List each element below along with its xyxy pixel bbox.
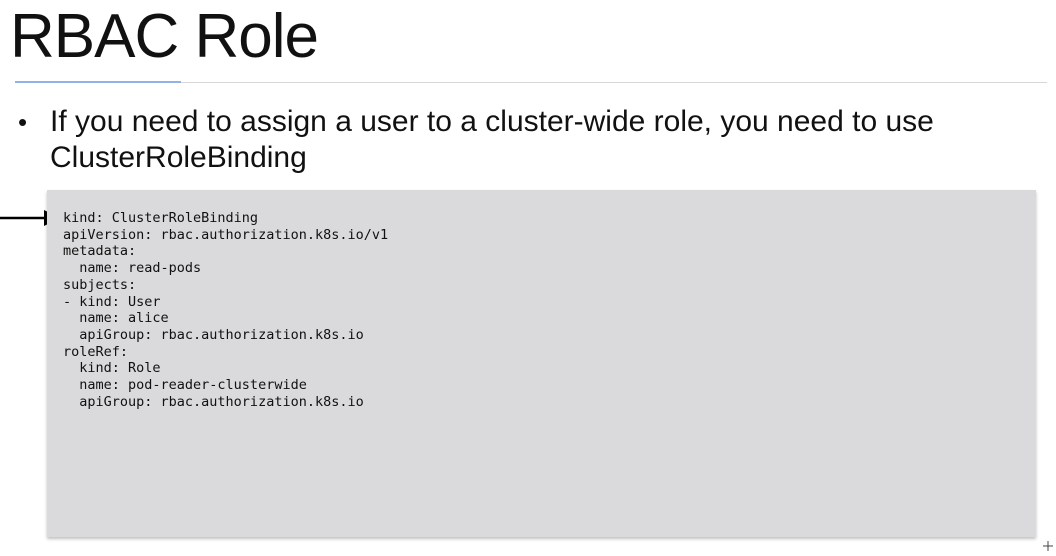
title-divider-accent — [15, 81, 181, 83]
code-line: metadata: — [63, 243, 137, 260]
code-line: apiGroup: rbac.authorization.k8s.io — [63, 393, 364, 410]
code-content: kind: ClusterRoleBinding apiVersion: rba… — [63, 210, 388, 410]
code-line: kind: Role — [63, 360, 161, 377]
bullet-text: If you need to assign a user to a cluste… — [50, 105, 934, 174]
code-line: name: read-pods — [63, 260, 202, 277]
code-line: apiGroup: rbac.authorization.k8s.io — [63, 326, 364, 343]
code-line: roleRef: — [63, 343, 129, 360]
code-block: kind: ClusterRoleBinding apiVersion: rba… — [47, 190, 1036, 537]
code-line: apiVersion: rbac.authorization.k8s.io/v1 — [63, 226, 389, 243]
slide-title: RBAC Role — [10, 2, 319, 71]
bullet-item: • If you need to assign a user to a clus… — [16, 104, 1016, 176]
code-line: name: pod-reader-clusterwide — [63, 377, 307, 394]
crosshair-icon — [1043, 538, 1053, 556]
bullet-marker: • — [18, 107, 28, 137]
code-line: kind: ClusterRoleBinding — [63, 210, 259, 226]
code-line: subjects: — [63, 276, 137, 293]
code-line: name: alice — [63, 310, 169, 327]
code-line: - kind: User — [63, 293, 161, 310]
